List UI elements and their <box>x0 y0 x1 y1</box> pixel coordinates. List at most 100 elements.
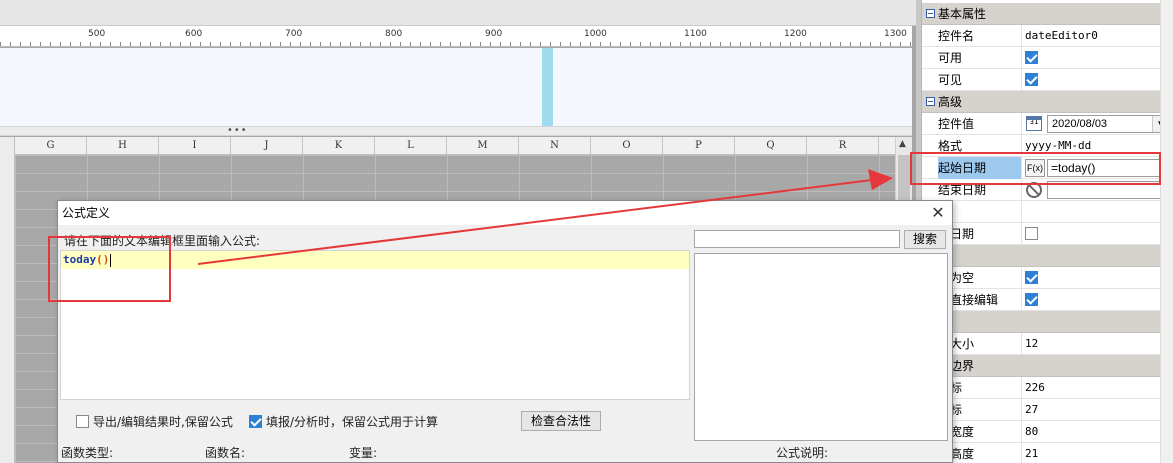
prop-label: 可见 <box>938 69 1022 91</box>
ruler-tick <box>840 42 841 46</box>
calendar-icon[interactable]: 31 <box>1026 116 1042 131</box>
splitter-grip-icon[interactable]: ••• <box>227 125 248 136</box>
ruler-tick <box>850 42 851 46</box>
keep-formula-fill-checkbox[interactable] <box>249 415 262 428</box>
column-header-cell[interactable]: H <box>87 137 159 155</box>
prop-widget-value[interactable]: 控件值 31 2020/08/03▼ <box>922 113 1173 135</box>
prop-value[interactable]: 21 <box>1023 443 1173 463</box>
ruler-tick <box>580 42 581 46</box>
prop-print[interactable]: 印 <box>922 201 1173 223</box>
prop-value[interactable]: 12 <box>1023 333 1173 355</box>
ruler-tick <box>230 42 231 46</box>
row-header <box>0 137 15 463</box>
ruler-tick <box>780 42 781 46</box>
ruler-tick <box>620 42 621 46</box>
column-header-cell[interactable]: K <box>303 137 375 155</box>
formula-description-label: 公式说明: <box>776 446 829 460</box>
widget-value-date-input[interactable]: 2020/08/03▼ <box>1047 115 1169 133</box>
collapse-icon[interactable] <box>926 97 935 106</box>
ruler-tick <box>110 42 111 46</box>
ruler-tick <box>680 42 681 46</box>
close-icon[interactable]: ✕ <box>928 203 948 223</box>
prop-label: 可用 <box>938 47 1022 69</box>
prop-value[interactable]: 80 <box>1023 421 1173 443</box>
column-header-cell[interactable]: J <box>231 137 303 155</box>
ruler-tick <box>900 42 901 46</box>
prop-value[interactable]: dateEditor0 <box>1023 25 1173 47</box>
ruler-tick <box>820 42 821 46</box>
column-header-cell[interactable]: M <box>447 137 519 155</box>
ruler-tick <box>310 42 311 46</box>
column-header-cell[interactable]: P <box>663 137 735 155</box>
prop-width[interactable]: 件宽度 80 <box>922 421 1173 443</box>
group-style[interactable]: 级 <box>922 311 1173 333</box>
prop-value[interactable]: 27 <box>1023 399 1173 421</box>
ruler-tick <box>380 42 381 46</box>
prop-visible[interactable]: 可见 <box>922 69 1173 91</box>
form-canvas[interactable] <box>0 48 912 126</box>
ruler-tick <box>910 42 911 46</box>
search-button[interactable]: 搜索 <box>904 230 946 249</box>
ruler-tick <box>610 42 611 46</box>
ruler-label: 1100 <box>684 29 707 39</box>
ruler-tick <box>560 42 561 46</box>
ruler-tick <box>290 42 291 46</box>
allow-empty-checkbox[interactable] <box>1025 270 1038 284</box>
ruler-tick <box>760 42 761 46</box>
allow-edit-checkbox[interactable] <box>1025 292 1038 306</box>
ruler-tick <box>810 42 811 46</box>
ruler-tick <box>320 42 321 46</box>
ruler-label: 600 <box>185 29 203 39</box>
visible-checkbox[interactable] <box>1025 72 1038 86</box>
property-panel-scrollbar[interactable] <box>1160 0 1173 463</box>
column-header-cell[interactable]: N <box>519 137 591 155</box>
ruler-tick <box>550 42 551 46</box>
prop-font-size[interactable]: 体大小 12 <box>922 333 1173 355</box>
ruler-tick <box>210 42 211 46</box>
column-header-cell[interactable]: Q <box>735 137 807 155</box>
ruler-label: 500 <box>88 29 106 39</box>
prop-widget-name[interactable]: 控件名 dateEditor0 <box>922 25 1173 47</box>
prop-allow-direct-edit[interactable]: 许直接编辑 <box>922 289 1173 311</box>
prop-value[interactable]: 226 <box>1023 377 1173 399</box>
check-validity-button[interactable]: 检查合法性 <box>521 411 601 431</box>
prop-y[interactable]: 坐标 27 <box>922 399 1173 421</box>
ruler-tick <box>200 42 201 46</box>
column-header-cell[interactable]: G <box>15 137 87 155</box>
column-header-cell[interactable]: I <box>159 137 231 155</box>
prop-enabled[interactable]: 可用 <box>922 47 1173 69</box>
column-header-cell[interactable]: O <box>591 137 663 155</box>
scroll-up-icon[interactable]: ▲ <box>899 139 906 149</box>
column-header-cell[interactable]: R <box>807 137 879 155</box>
ruler-tick <box>740 42 741 46</box>
formula-dialog: 公式定义 ✕ 请在下面的文本编辑框里面输入公式: today() 搜索 导出/编… <box>57 200 953 463</box>
selected-widget-marker[interactable] <box>542 48 553 126</box>
ruler-tick <box>890 42 891 46</box>
prop-height[interactable]: 件高度 21 <box>922 443 1173 463</box>
dialog-title: 公式定义 <box>58 201 952 225</box>
ruler-tick <box>490 42 491 46</box>
return-date-checkbox[interactable] <box>1025 226 1038 240</box>
function-type-label: 函数类型: <box>61 446 114 460</box>
group-basic-properties[interactable]: 基本属性 <box>922 3 1173 25</box>
ruler-tick <box>790 42 791 46</box>
ruler-label: 800 <box>385 29 403 39</box>
keep-formula-export-checkbox[interactable] <box>76 415 89 428</box>
group-validation[interactable]: 验 <box>922 245 1173 267</box>
ruler-tick <box>390 42 391 46</box>
keep-formula-export-option[interactable]: 导出/编辑结果时,保留公式 <box>76 414 233 430</box>
column-header-cell[interactable]: L <box>375 137 447 155</box>
ruler-tick <box>330 42 331 46</box>
collapse-icon[interactable] <box>926 9 935 18</box>
group-advanced[interactable]: 高级 <box>922 91 1173 113</box>
function-search-input[interactable] <box>694 230 900 248</box>
prop-x[interactable]: 坐标 226 <box>922 377 1173 399</box>
prop-allow-empty[interactable]: 许为空 <box>922 267 1173 289</box>
prop-return-date[interactable]: 回日期 <box>922 223 1173 245</box>
ruler-top-strip <box>0 0 916 26</box>
enabled-checkbox[interactable] <box>1025 50 1038 64</box>
pane-splitter[interactable]: ••• <box>0 125 912 136</box>
ruler-tick <box>240 42 241 46</box>
keep-formula-fill-option[interactable]: 填报/分析时，保留公式用于计算 <box>249 414 438 430</box>
group-bounds[interactable]: 件边界 <box>922 355 1173 377</box>
